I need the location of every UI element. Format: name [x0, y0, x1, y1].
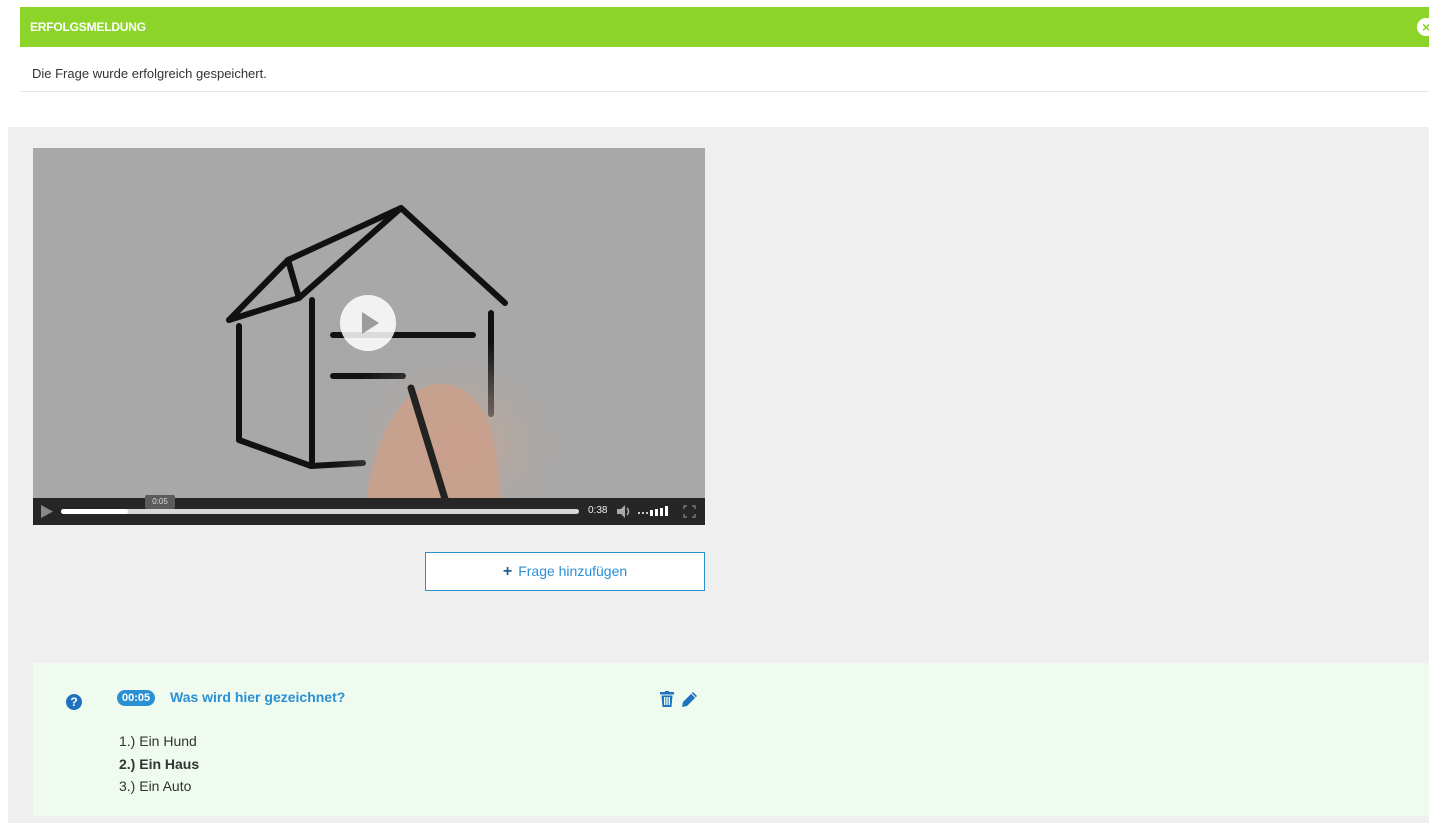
question-card: ? 00:05 Was wird hier gezeichnet? 1.) Ei… [33, 663, 1429, 816]
alert-message: Die Frage wurde erfolgreich gespeichert. [32, 66, 267, 81]
answer-item: 1.) Ein Hund [119, 733, 197, 749]
answer-list: 1.) Ein Hund 2.) Ein Haus 3.) Ein Auto [119, 730, 199, 798]
plus-icon: + [502, 563, 513, 580]
progress-fill [61, 509, 129, 514]
trash-icon[interactable] [660, 691, 674, 707]
video-player[interactable]: 0:05 0:38 [33, 148, 705, 525]
volume-icon[interactable] [617, 505, 633, 518]
alert-header: ERFOLGSMELDUNG × [20, 7, 1429, 47]
progress-bar[interactable]: 0:05 [61, 495, 579, 514]
question-icon: ? [66, 694, 82, 710]
answer-item: 3.) Ein Auto [119, 778, 192, 794]
add-question-button[interactable]: + Frage hinzufügen [425, 552, 705, 591]
alert-title: ERFOLGSMELDUNG [30, 20, 146, 34]
close-circle-icon[interactable]: × [1417, 18, 1429, 36]
time-badge: 00:05 [117, 690, 156, 706]
pencil-icon[interactable] [681, 691, 698, 708]
answer-item-correct: 2.) Ein Haus [119, 755, 200, 772]
add-question-label: Frage hinzufügen [518, 563, 628, 579]
volume-slider[interactable] [638, 505, 676, 518]
play-overlay-button[interactable] [340, 295, 396, 351]
question-title: Was wird hier gezeichnet? [170, 689, 346, 705]
video-controls: 0:05 0:38 [33, 495, 705, 525]
play-icon[interactable] [41, 505, 53, 518]
time-tooltip: 0:05 [145, 495, 175, 509]
play-icon [362, 312, 379, 334]
success-alert: ERFOLGSMELDUNG × Die Frage wurde erfolgr… [20, 7, 1429, 92]
fullscreen-icon[interactable] [683, 505, 696, 518]
duration-label: 0:38 [588, 505, 608, 516]
